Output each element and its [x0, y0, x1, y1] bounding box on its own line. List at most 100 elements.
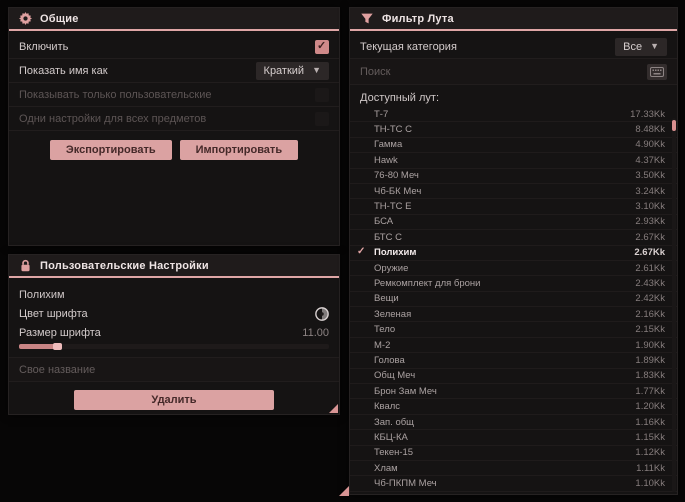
font-size-slider[interactable]	[19, 343, 329, 350]
loot-item-row[interactable]: М-2 1.90Kk	[350, 338, 677, 354]
loot-item-count: 2.67Kk	[635, 231, 665, 243]
same-settings-label: Одни настройки для всех предметов	[19, 112, 207, 125]
loot-item-count: 1.16Kk	[635, 416, 665, 428]
loot-item-row[interactable]: Чб-БК Меч 3.24Kk	[350, 184, 677, 200]
loot-item-name: Гамма	[374, 139, 403, 151]
loot-item-row[interactable]: Чб-ПКПМ Меч 1.10Kk	[350, 476, 677, 492]
loot-item-name: Зеленая	[374, 308, 412, 320]
loot-item-row[interactable]: Голова 1.89Kk	[350, 353, 677, 369]
export-import-row: Экспортировать Импортировать	[9, 131, 339, 169]
loot-item-row[interactable]: Брон Зам Меч 1.77Kk	[350, 384, 677, 400]
selected-item-name: Полихим	[19, 289, 65, 301]
loot-item-name: ТН-ТС С	[374, 124, 412, 136]
filter-funnel-icon	[361, 13, 373, 24]
loot-item-count: 4.90Kk	[635, 139, 665, 151]
loot-item-count: 1.11Kk	[636, 462, 665, 474]
loot-item-row[interactable]: КБЦ-КА 1.15Kk	[350, 430, 677, 446]
loot-item-row[interactable]: Т-7 17.33Kk	[350, 107, 677, 123]
loot-item-name: Т-7	[374, 108, 389, 120]
loot-item-row[interactable]: Общ Меч 1.83Kk	[350, 369, 677, 385]
only-custom-row: Показывать только пользовательские	[9, 83, 339, 107]
keyboard-icon[interactable]	[647, 63, 667, 80]
loot-filter-titlebar[interactable]: Фильтр Лута	[350, 8, 677, 31]
loot-item-row[interactable]: Hawk 4.37Kk	[350, 153, 677, 169]
loot-item-name: БСА	[374, 216, 394, 228]
loot-item-name: Чб-БК Меч	[374, 185, 422, 197]
only-custom-checkbox[interactable]	[315, 87, 329, 102]
loot-item-row[interactable]: Гамма 4.90Kk	[350, 138, 677, 154]
loot-item-count: 3.24Kk	[635, 185, 665, 197]
loot-item-name: Ремкомплект для брони	[374, 277, 481, 289]
only-custom-label: Показывать только пользовательские	[19, 88, 212, 101]
loot-item-name: КБЦ-КА	[374, 431, 408, 443]
show-name-row: Показать имя как Краткий ▼	[9, 59, 339, 83]
loot-item-count: 1.83Kk	[635, 370, 665, 382]
import-button[interactable]: Импортировать	[179, 140, 299, 160]
custom-name-row	[9, 358, 339, 382]
available-loot-label: Доступный лут:	[360, 92, 440, 104]
loot-item-name: Тело	[374, 324, 396, 336]
font-size-slider-row	[9, 342, 339, 358]
loot-item-row[interactable]: Квалс 1.20Kk	[350, 399, 677, 415]
loot-item-row[interactable]: БТС С 2.67Kk	[350, 230, 677, 246]
loot-item-name: Оружие	[374, 262, 409, 274]
same-settings-row: Одни настройки для всех предметов	[9, 107, 339, 131]
show-name-label: Показать имя как	[19, 64, 108, 77]
loot-item-name: Голова	[374, 354, 405, 366]
loot-item-name: Hawk	[374, 154, 398, 166]
category-row: Текущая категория Все ▼	[350, 35, 677, 59]
loot-list: Т-7 17.33Kk ТН-ТС С 8.48Kk Гамма 4.90Kk Hawk 4.…	[350, 107, 677, 492]
loot-item-row[interactable]: ТН-ТС С 8.48Kk	[350, 122, 677, 138]
loot-item-name: ТН-ТС Е	[374, 201, 412, 213]
export-button[interactable]: Экспортировать	[49, 140, 172, 160]
category-value: Все	[623, 40, 643, 53]
font-color-label: Цвет шрифта	[19, 308, 88, 320]
font-size-value: 11.00	[302, 327, 329, 339]
loot-item-row[interactable]: Текен-15 1.12Kk	[350, 446, 677, 461]
delete-button[interactable]: Удалить	[74, 390, 274, 410]
enable-row: Включить	[9, 35, 339, 59]
loot-item-name: М-2	[374, 339, 391, 351]
loot-filter-title: Фильтр Лута	[382, 12, 454, 25]
loot-item-row[interactable]: Зап. общ 1.16Kk	[350, 415, 677, 431]
general-titlebar[interactable]: Общие	[9, 8, 339, 31]
loot-scrollbar[interactable]	[672, 118, 676, 492]
loot-item-name: Вещи	[374, 293, 399, 305]
show-name-combo[interactable]: Краткий ▼	[255, 61, 329, 80]
delete-row: Удалить	[9, 382, 339, 416]
loot-item-count: 1.20Kk	[635, 401, 665, 413]
loot-item-row[interactable]: 76-80 Меч 3.50Kk	[350, 169, 677, 184]
loot-item-row[interactable]: Хлам 1.11Kk	[350, 461, 677, 477]
loot-item-name: Зап. общ	[374, 416, 414, 428]
loot-item-name: Чб-ПКПМ Меч	[374, 478, 437, 490]
gear-icon	[19, 12, 32, 25]
loot-item-row[interactable]: Зеленая 2.16Kk	[350, 307, 677, 323]
loot-item-name: Общ Меч	[374, 370, 416, 382]
font-size-row: Размер шрифта 11.00	[9, 324, 339, 342]
loot-item-row[interactable]: Тело 2.15Kk	[350, 322, 677, 338]
loot-scrollbar-thumb[interactable]	[672, 120, 676, 131]
loot-item-row[interactable]: ТН-ТС Е 3.10Kk	[350, 199, 677, 215]
loot-item-row[interactable]: Вещи 2.42Kk	[350, 292, 677, 308]
slider-fill	[19, 344, 55, 349]
same-settings-checkbox[interactable]	[315, 111, 329, 126]
loot-filter-window: Фильтр Лута Текущая категория Все ▼ Поис…	[339, 7, 678, 496]
enable-checkbox[interactable]	[315, 39, 329, 54]
general-window: Общие Включить Показать имя как Краткий …	[8, 7, 340, 246]
loot-item-row[interactable]: БСА 2.93Kk	[350, 215, 677, 231]
loot-item-row[interactable]: Оружие 2.61Kk	[350, 261, 677, 277]
search-input[interactable]	[360, 65, 639, 78]
general-title: Общие	[40, 12, 79, 25]
category-combo[interactable]: Все ▼	[615, 37, 667, 56]
loot-item-row[interactable]: Ремкомплект для брони 2.43Kk	[350, 276, 677, 292]
loot-item-row[interactable]: ✓ Полихим 2.67Kk	[350, 246, 677, 261]
resize-grip-icon[interactable]	[329, 404, 338, 413]
loot-item-count: 2.16Kk	[635, 308, 665, 320]
resize-grip-icon[interactable]	[339, 486, 349, 496]
custom-name-input[interactable]	[19, 363, 329, 376]
user-settings-titlebar[interactable]: Пользовательские Настройки	[9, 255, 339, 278]
loot-item-name: Хлам	[374, 462, 398, 474]
palette-icon[interactable]	[315, 307, 329, 321]
slider-handle[interactable]	[53, 343, 62, 350]
loot-item-name: Полихим	[374, 247, 417, 259]
